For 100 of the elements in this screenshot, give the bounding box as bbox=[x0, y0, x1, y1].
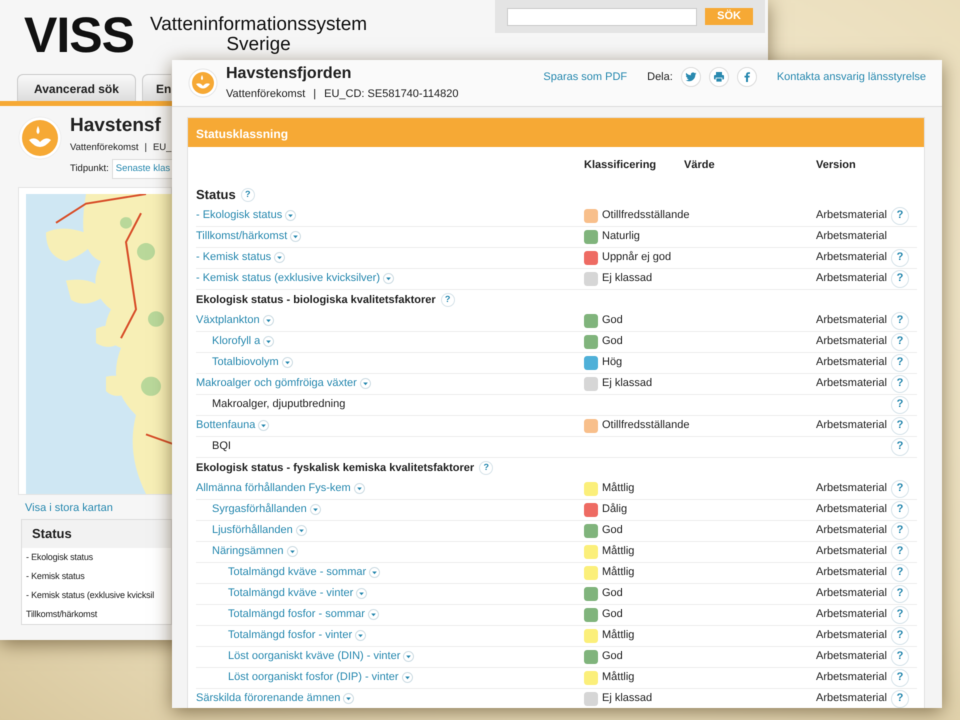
row-link[interactable]: Bottenfauna bbox=[196, 417, 270, 434]
facebook-icon[interactable] bbox=[736, 67, 757, 88]
version-text: Arbetsmaterial bbox=[816, 650, 887, 662]
row-link[interactable]: Särskilda förorenande ämnen bbox=[196, 690, 354, 707]
status-item: - Kemisk status bbox=[25, 570, 86, 583]
page-title: Havstensf bbox=[70, 116, 162, 137]
caret-icon[interactable] bbox=[296, 525, 307, 536]
caret-icon[interactable] bbox=[402, 672, 413, 684]
help-button[interactable]: ? bbox=[891, 690, 909, 708]
row-link[interactable]: Löst oorganiskt kväve (DIN) - vinter bbox=[228, 648, 414, 665]
help-button[interactable]: ? bbox=[891, 396, 909, 414]
row-link[interactable]: Totalmängd fosfor - sommar bbox=[228, 606, 379, 623]
status-item: - Ekologisk status bbox=[25, 550, 94, 564]
version-text: Arbetsmaterial bbox=[816, 377, 887, 390]
version-text: Arbetsmaterial bbox=[816, 566, 887, 578]
classification-text: Naturlig bbox=[602, 229, 640, 244]
row-link[interactable]: - Ekologisk status bbox=[196, 207, 296, 224]
section-heading: Ekologisk status - fyskalisk kemiska kvalitetsfaktorer bbox=[196, 460, 474, 476]
help-button[interactable]: ? bbox=[891, 522, 909, 540]
classification-text: Måttlig bbox=[602, 544, 634, 560]
map-link[interactable]: Visa i stora kartan bbox=[18, 499, 120, 518]
classification-text: God bbox=[602, 523, 623, 538]
caret-icon[interactable] bbox=[343, 693, 354, 704]
caret-icon[interactable] bbox=[356, 588, 368, 600]
version-text: Arbetsmaterial bbox=[816, 209, 887, 222]
help-button[interactable]: ? bbox=[440, 293, 455, 308]
row-link[interactable]: Syrgasförhållanden bbox=[212, 501, 321, 518]
column-header: Klassificering bbox=[584, 158, 658, 174]
help-button[interactable]: ? bbox=[891, 332, 909, 351]
help-button[interactable]: ? bbox=[891, 584, 909, 603]
caret-icon[interactable] bbox=[355, 630, 366, 642]
caret-icon[interactable] bbox=[274, 252, 286, 264]
classification-text: Hög bbox=[602, 355, 622, 370]
search-field[interactable] bbox=[507, 8, 698, 26]
print-icon[interactable] bbox=[708, 67, 729, 88]
classification-text: Måttlig bbox=[602, 565, 634, 580]
contact-link[interactable]: Kontakta ansvarig länsstyrelse bbox=[776, 69, 926, 86]
row-link[interactable]: Makroalger och gömfröiga växter bbox=[196, 375, 371, 392]
twitter-icon[interactable] bbox=[680, 67, 701, 88]
row-link[interactable]: - Kemisk status bbox=[196, 249, 286, 266]
help-button[interactable]: ? bbox=[891, 648, 909, 666]
caret-icon[interactable] bbox=[285, 210, 296, 222]
help-button[interactable]: ? bbox=[479, 461, 494, 476]
subtitle: Vattenförekomst bbox=[70, 140, 138, 155]
version-text: Arbetsmaterial bbox=[816, 482, 887, 494]
subtitle: Vattenförekomst bbox=[226, 87, 306, 102]
pdf-link[interactable]: Sparas som PDF bbox=[543, 69, 628, 86]
row-link[interactable]: Totalmängd fosfor - vinter bbox=[228, 627, 366, 644]
help-button[interactable]: ? bbox=[891, 500, 909, 519]
time-dropdown[interactable]: Senaste klas bbox=[112, 159, 172, 180]
row-link[interactable]: Totalbiovolym bbox=[212, 354, 293, 371]
help-button[interactable]: ? bbox=[891, 270, 909, 288]
logo-subtitle: Sverige bbox=[225, 35, 292, 55]
tab[interactable]: Avancerad sök bbox=[17, 74, 136, 101]
help-button[interactable]: ? bbox=[891, 312, 909, 330]
classification-text: God bbox=[602, 313, 623, 328]
help-button[interactable]: ? bbox=[891, 374, 909, 393]
help-button[interactable]: ? bbox=[891, 606, 909, 624]
row-link[interactable]: Totalmängd kväve - vinter bbox=[228, 585, 368, 602]
caret-icon[interactable] bbox=[360, 378, 371, 390]
classification-text: Otillfredsställande bbox=[602, 418, 690, 434]
column-header: Värde bbox=[684, 158, 716, 174]
help-button[interactable]: ? bbox=[891, 438, 909, 456]
row-link[interactable]: Ljusförhållanden bbox=[212, 522, 307, 539]
help-button[interactable]: ? bbox=[891, 480, 909, 498]
row-link[interactable]: - Kemisk status (exklusive kvicksilver) bbox=[196, 270, 394, 287]
caret-icon[interactable] bbox=[310, 504, 321, 516]
caret-icon[interactable] bbox=[369, 567, 380, 578]
row-link[interactable]: Löst oorganiskt fosfor (DIP) - vinter bbox=[228, 669, 413, 686]
caret-icon[interactable] bbox=[368, 609, 379, 620]
help-button[interactable]: ? bbox=[240, 188, 255, 202]
caret-icon[interactable] bbox=[262, 315, 274, 326]
help-button[interactable]: ? bbox=[891, 206, 909, 225]
version-text: Arbetsmaterial bbox=[816, 692, 887, 704]
help-button[interactable]: ? bbox=[891, 542, 909, 561]
row-link[interactable]: Tillkomst/härkomst bbox=[196, 228, 302, 245]
help-button[interactable]: ? bbox=[891, 626, 909, 645]
help-button[interactable]: ? bbox=[891, 564, 909, 582]
row-link[interactable]: Totalmängd kväve - sommar bbox=[228, 564, 380, 581]
caret-icon[interactable] bbox=[282, 357, 293, 368]
version-text: Arbetsmaterial bbox=[816, 356, 887, 368]
caret-icon[interactable] bbox=[354, 483, 365, 494]
row-link[interactable]: Näringsämnen bbox=[212, 543, 298, 560]
caret-icon[interactable] bbox=[382, 273, 394, 284]
caret-icon[interactable] bbox=[403, 651, 414, 662]
caret-icon[interactable] bbox=[290, 231, 302, 242]
row-link[interactable]: Klorofyll a bbox=[212, 333, 274, 350]
logo-subtitle: Vatteninformationssystem bbox=[150, 15, 368, 35]
caret-icon[interactable] bbox=[258, 420, 270, 432]
help-button[interactable]: ? bbox=[891, 354, 909, 372]
row-link[interactable]: Växtplankton bbox=[196, 312, 274, 329]
help-button[interactable]: ? bbox=[891, 416, 909, 435]
help-button[interactable]: ? bbox=[891, 668, 909, 687]
tab[interactable]: En bbox=[142, 74, 172, 101]
caret-icon[interactable] bbox=[263, 336, 274, 348]
row-link[interactable]: Allmänna förhållanden Fys-kem bbox=[196, 480, 365, 497]
search-button[interactable]: SÖK bbox=[705, 8, 753, 25]
caret-icon[interactable] bbox=[286, 546, 298, 558]
water-drop-logo-icon bbox=[188, 68, 218, 98]
help-button[interactable]: ? bbox=[891, 248, 909, 267]
